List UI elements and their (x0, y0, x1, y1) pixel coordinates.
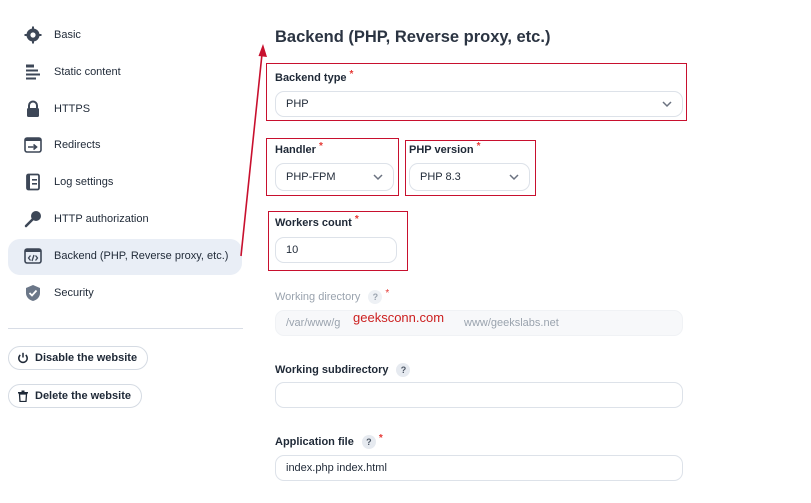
page-title: Backend (PHP, Reverse proxy, etc.) (275, 28, 551, 46)
backend-type-value: PHP (286, 98, 309, 110)
shield-check-icon (24, 284, 42, 302)
help-icon[interactable]: ? (396, 363, 411, 377)
sidebar-item-http-authorization[interactable]: HTTP authorization (8, 202, 242, 238)
sidebar-item-label: Redirects (54, 139, 101, 151)
working-directory-label: Working directory? * (275, 287, 390, 304)
php-version-value: PHP 8.3 (420, 171, 461, 183)
sidebar-divider (8, 328, 243, 329)
redirect-arrow-icon (24, 136, 42, 154)
sidebar-item-label: Static content (54, 66, 121, 78)
php-version-select[interactable]: PHP 8.3 (409, 163, 530, 191)
sidebar-item-static-content[interactable]: Static content (8, 55, 242, 91)
disable-website-button[interactable]: Disable the website (8, 346, 149, 370)
handler-value: PHP-FPM (286, 171, 336, 183)
application-file-label: Application file? * (275, 432, 383, 449)
sidebar: Basic Static content HTTPS Redirects Log… (0, 0, 250, 503)
power-icon (18, 352, 28, 364)
workers-count-label: Workers count * (275, 214, 359, 229)
sidebar-item-https[interactable]: HTTPS (8, 92, 242, 128)
backend-type-label: Backend type * (275, 69, 354, 84)
chevron-down-icon (373, 174, 383, 181)
code-window-icon (24, 247, 42, 265)
sidebar-item-label: Security (54, 287, 94, 299)
sidebar-item-security[interactable]: Security (8, 276, 242, 312)
sidebar-item-label: Log settings (54, 176, 114, 188)
gear-icon (24, 26, 42, 44)
sidebar-item-label: HTTPS (54, 103, 91, 115)
handler-label: Handler * (275, 141, 323, 156)
workers-count-input[interactable]: 10 (275, 237, 397, 263)
watermark-text: geeksconn.com (353, 310, 445, 325)
working-directory-value-left: /var/www/g (286, 317, 341, 329)
sidebar-item-redirects[interactable]: Redirects (8, 128, 242, 164)
delete-website-label: Delete the website (35, 390, 131, 402)
help-icon[interactable]: ? (368, 290, 383, 304)
sidebar-item-label: Basic (54, 29, 81, 41)
sidebar-item-basic[interactable]: Basic (8, 18, 242, 54)
working-subdirectory-label: Working subdirectory? (275, 363, 411, 377)
handler-select[interactable]: PHP-FPM (275, 163, 394, 191)
backend-type-select[interactable]: PHP (275, 91, 683, 117)
chevron-down-icon (662, 101, 672, 108)
application-file-input[interactable]: index.php index.html (275, 455, 683, 481)
key-icon (24, 210, 42, 228)
sidebar-item-label: Backend (PHP, Reverse proxy, etc.) (54, 250, 229, 262)
working-directory-value-right: www/geekslabs.net (464, 317, 559, 329)
file-text-icon (24, 63, 42, 81)
working-subdirectory-input[interactable] (275, 382, 683, 408)
lock-icon (24, 100, 42, 118)
php-version-label: PHP version * (409, 141, 481, 156)
sidebar-item-backend[interactable]: Backend (PHP, Reverse proxy, etc.) (8, 239, 242, 275)
trash-icon (18, 390, 28, 402)
workers-count-value: 10 (286, 244, 299, 256)
disable-website-label: Disable the website (35, 352, 138, 364)
delete-website-button[interactable]: Delete the website (8, 384, 142, 408)
sidebar-item-log-settings[interactable]: Log settings (8, 165, 242, 201)
log-book-icon (24, 173, 42, 191)
application-file-value: index.php index.html (286, 462, 387, 474)
chevron-down-icon (509, 174, 519, 181)
sidebar-item-label: HTTP authorization (54, 213, 149, 225)
help-icon[interactable]: ? (361, 435, 376, 449)
working-directory-input[interactable]: /var/www/g www/geekslabs.net (275, 310, 683, 336)
